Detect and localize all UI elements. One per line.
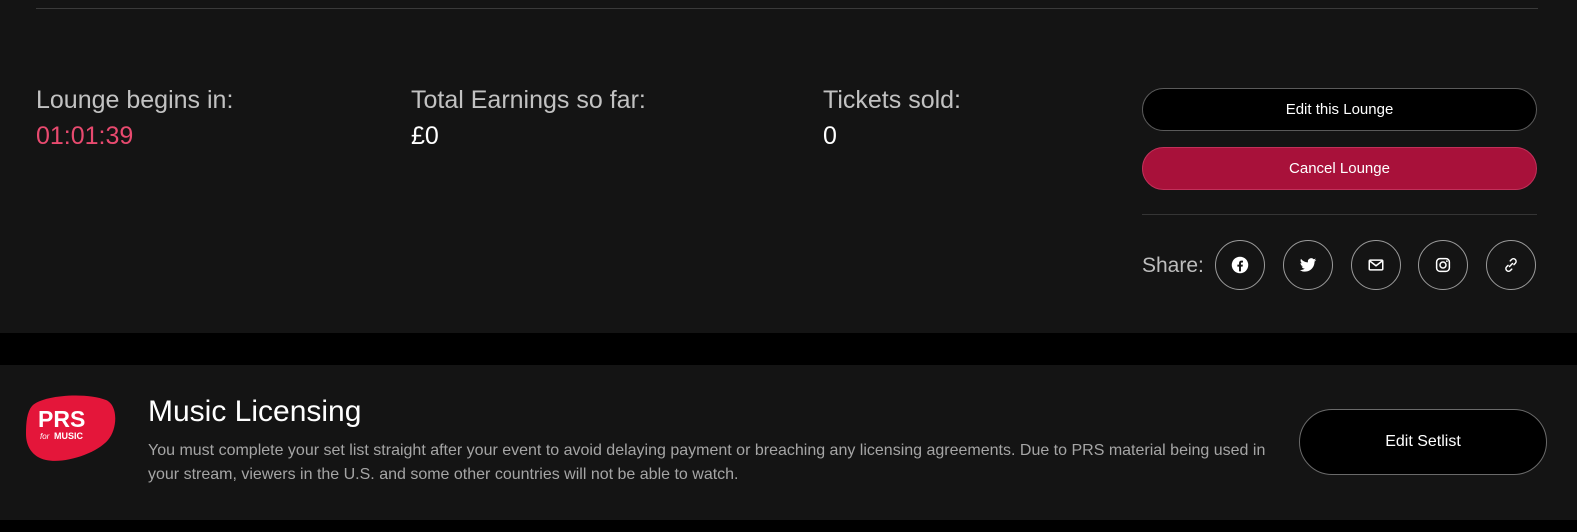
share-facebook-button[interactable] bbox=[1215, 240, 1265, 290]
link-icon bbox=[1505, 258, 1517, 272]
facebook-icon bbox=[1231, 256, 1249, 274]
licensing-title: Music Licensing bbox=[148, 395, 362, 428]
tickets-label: Tickets sold: bbox=[823, 86, 962, 114]
prs-for-music-logo: PRS for MUSIC bbox=[26, 395, 116, 461]
edit-lounge-button[interactable]: Edit this Lounge bbox=[1142, 88, 1537, 131]
earnings-label: Total Earnings so far: bbox=[411, 86, 646, 114]
share-label: Share: bbox=[1142, 254, 1204, 277]
instagram-icon bbox=[1435, 257, 1451, 273]
countdown-value: 01:01:39 bbox=[36, 122, 134, 150]
email-icon bbox=[1368, 259, 1384, 271]
licensing-description: You must complete your set list straight… bbox=[148, 442, 1266, 483]
earnings-stat: Total Earnings so far: £0 bbox=[411, 86, 646, 150]
tickets-stat: Tickets sold: 0 bbox=[823, 86, 961, 150]
top-divider bbox=[36, 8, 1538, 9]
svg-text:PRS: PRS bbox=[38, 406, 85, 432]
cancel-lounge-button[interactable]: Cancel Lounge bbox=[1142, 147, 1537, 190]
twitter-icon bbox=[1299, 258, 1317, 272]
share-twitter-button[interactable] bbox=[1283, 240, 1333, 290]
edit-setlist-button[interactable]: Edit Setlist bbox=[1299, 409, 1547, 475]
earnings-value: £0 bbox=[411, 122, 439, 150]
svg-text:for: for bbox=[40, 432, 50, 441]
countdown-stat: Lounge begins in: 01:01:39 bbox=[36, 86, 233, 150]
svg-text:MUSIC: MUSIC bbox=[54, 431, 84, 441]
share-link-button[interactable] bbox=[1486, 240, 1536, 290]
tickets-value: 0 bbox=[823, 122, 837, 150]
countdown-label: Lounge begins in: bbox=[36, 86, 234, 114]
share-email-button[interactable] bbox=[1351, 240, 1401, 290]
share-divider bbox=[1142, 214, 1537, 215]
share-instagram-button[interactable] bbox=[1418, 240, 1468, 290]
